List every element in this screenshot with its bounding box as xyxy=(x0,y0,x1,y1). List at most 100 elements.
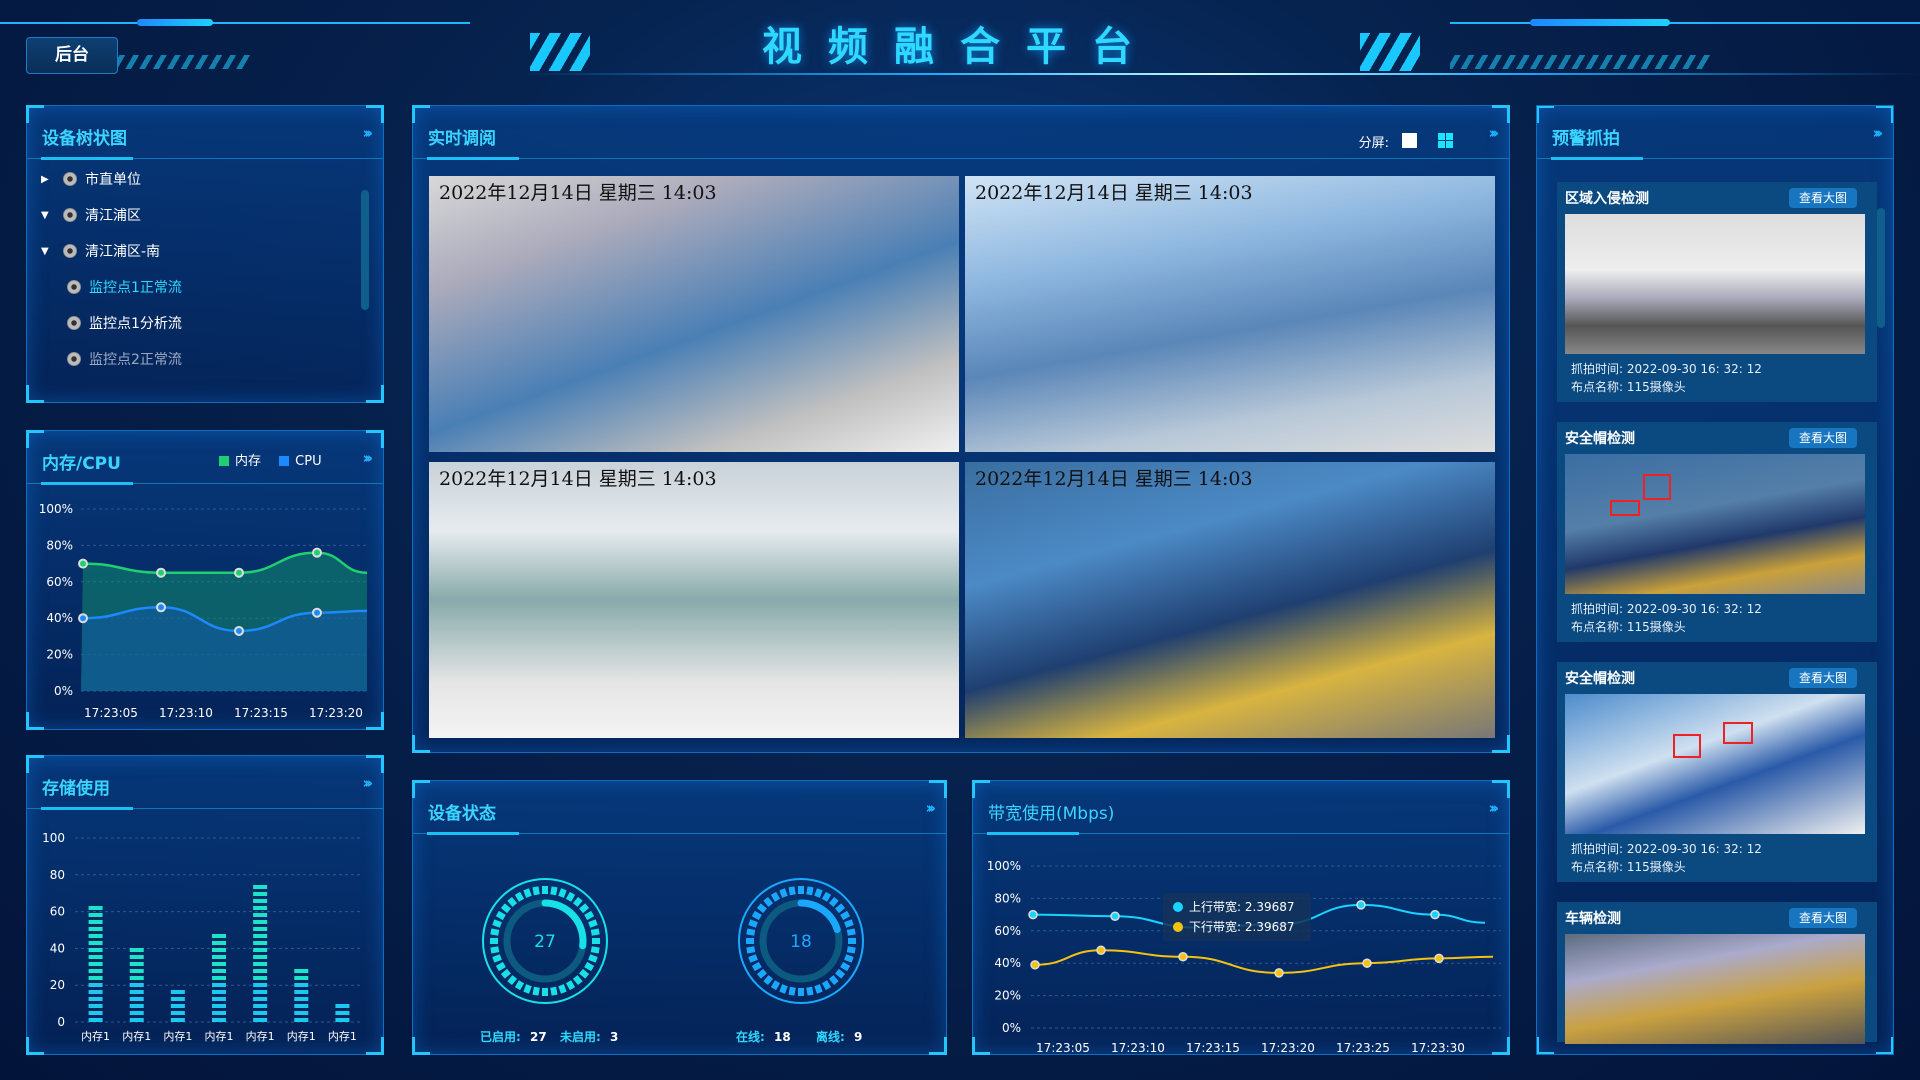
gauge-tick xyxy=(523,888,532,898)
data-point xyxy=(156,602,166,613)
bar-segment xyxy=(253,948,268,952)
chevron-right-icon[interactable]: ››› xyxy=(1488,799,1498,817)
tooltip-dot-up xyxy=(1173,902,1183,912)
bar-segment xyxy=(294,1004,309,1008)
data-point xyxy=(1434,953,1444,964)
video-feed-2[interactable]: 2022年12月14日 星期三 14:03 xyxy=(965,176,1495,452)
detection-box xyxy=(1723,722,1753,744)
bar-segment xyxy=(170,990,185,994)
tree-node[interactable]: 监控点1分析流 xyxy=(61,313,182,333)
bar-segment xyxy=(253,899,268,903)
tree-scrollbar[interactable] xyxy=(361,190,369,310)
gauge-tick xyxy=(821,980,832,991)
tree-node-label: 监控点1分析流 xyxy=(89,316,182,332)
gauge-tick xyxy=(565,980,576,991)
gauge-tick xyxy=(770,891,781,902)
gauge-tick xyxy=(848,938,856,944)
status-value: 18 xyxy=(774,1030,791,1044)
bar-segment xyxy=(253,962,268,966)
bandwidth-tooltip: 上行带宽: 2.39687 下行带宽: 2.39687 xyxy=(1163,893,1311,941)
view-large-button[interactable]: 查看大图 xyxy=(1789,668,1857,688)
gauge-tick xyxy=(821,891,832,902)
chevron-right-icon[interactable]: ››› xyxy=(1872,124,1882,142)
bar-segment xyxy=(253,885,268,889)
caret-down-icon[interactable]: ▼ xyxy=(41,210,57,221)
tree-node[interactable]: ▼ 清江浦区-南 xyxy=(41,241,160,261)
legend-swatch-mem xyxy=(219,456,229,466)
video-timestamp: 2022年12月14日 星期三 14:03 xyxy=(975,468,1253,490)
gauge-tick xyxy=(814,984,823,994)
data-point xyxy=(78,558,88,569)
alert-card-title: 安全帽检测 xyxy=(1565,431,1635,447)
bar-segment xyxy=(212,997,226,1001)
bar-segment xyxy=(253,997,268,1001)
camera-icon xyxy=(67,316,81,330)
chevron-right-icon[interactable]: ››› xyxy=(362,449,372,467)
x-tick-label: 内存1 xyxy=(122,1029,151,1043)
alert-snapshot[interactable] xyxy=(1565,934,1865,1044)
device-status-title: 设备状态 xyxy=(428,804,496,824)
tree-node-label: 市直单位 xyxy=(85,172,141,188)
view-large-button[interactable]: 查看大图 xyxy=(1789,188,1857,208)
tree-node[interactable]: ▼ 清江浦区 xyxy=(41,205,141,225)
gauge-tick xyxy=(835,903,846,914)
split-quad-icon[interactable] xyxy=(1438,133,1453,148)
split-single-icon[interactable] xyxy=(1402,133,1417,148)
x-tick-label: 17:23:15 xyxy=(234,706,288,720)
panel-divider xyxy=(413,832,946,835)
caret-down-icon[interactable]: ▼ xyxy=(41,246,57,257)
video-feed-4[interactable]: 2022年12月14日 星期三 14:03 xyxy=(965,462,1495,738)
detection-box xyxy=(1643,474,1671,500)
gauge-tick xyxy=(779,888,788,898)
caret-right-icon[interactable]: ▶ xyxy=(41,174,57,185)
gauge-tick xyxy=(492,919,502,928)
gauge-tick xyxy=(844,919,854,928)
video-feed-3[interactable]: 2022年12月14日 星期三 14:03 xyxy=(429,462,959,738)
tree-node[interactable]: 监控点2正常流 xyxy=(61,349,182,369)
view-large-button[interactable]: 查看大图 xyxy=(1789,428,1857,448)
alerts-scrollbar[interactable] xyxy=(1877,208,1885,328)
bar-segment xyxy=(253,983,268,987)
chevron-right-icon[interactable]: ››› xyxy=(362,774,372,792)
tooltip-dot-down xyxy=(1173,922,1183,932)
gauge-tick xyxy=(590,928,600,936)
data-point xyxy=(312,547,322,558)
video-feed-1[interactable]: 2022年12月14日 星期三 14:03 xyxy=(429,176,959,452)
tree-node[interactable]: ▶ 市直单位 xyxy=(41,169,141,189)
gauge-tick xyxy=(558,888,567,898)
data-point xyxy=(1356,900,1366,910)
tree-node-label: 监控点1正常流 xyxy=(89,280,182,296)
alert-snapshot[interactable] xyxy=(1565,214,1865,354)
gauge-tick xyxy=(514,980,525,991)
bar-segment xyxy=(294,976,309,980)
bar-segment xyxy=(335,1011,350,1015)
detection-box xyxy=(1673,734,1701,758)
data-point xyxy=(1430,909,1440,920)
bar-segment xyxy=(129,1018,144,1022)
gauge-tick xyxy=(550,986,558,996)
gauge-tick xyxy=(588,919,598,928)
y-tick-label: 100% xyxy=(987,859,1021,873)
gauge-tick xyxy=(532,886,540,896)
bar-segment xyxy=(212,1011,226,1015)
alert-card-title: 车辆检测 xyxy=(1565,911,1621,927)
bar-segment xyxy=(88,906,103,910)
bar-segment xyxy=(129,962,144,966)
y-tick-label: 40% xyxy=(46,611,73,625)
x-tick-label: 17:23:20 xyxy=(309,706,363,720)
panel-divider xyxy=(27,157,383,160)
view-large-button[interactable]: 查看大图 xyxy=(1789,908,1857,928)
bar-segment xyxy=(88,913,103,917)
alert-snapshot[interactable] xyxy=(1565,694,1865,834)
chevron-right-icon[interactable]: ››› xyxy=(1488,124,1498,142)
chevron-right-icon[interactable]: ››› xyxy=(362,124,372,142)
panel-divider xyxy=(27,482,383,485)
back-button[interactable]: 后台 xyxy=(26,37,118,74)
alert-snapshot[interactable] xyxy=(1565,454,1865,594)
tree-node[interactable]: 监控点1正常流 xyxy=(61,277,182,297)
mem-cpu-chart: 0% 20% 40% 60% 80% 100% 17:23:05 17:23:10 17:23:… xyxy=(39,502,368,720)
gauge-tick xyxy=(584,910,595,921)
chevron-right-icon[interactable]: ››› xyxy=(925,799,935,817)
bar-segment xyxy=(170,997,185,1001)
split-screen-label: 分屏: xyxy=(1358,136,1389,151)
